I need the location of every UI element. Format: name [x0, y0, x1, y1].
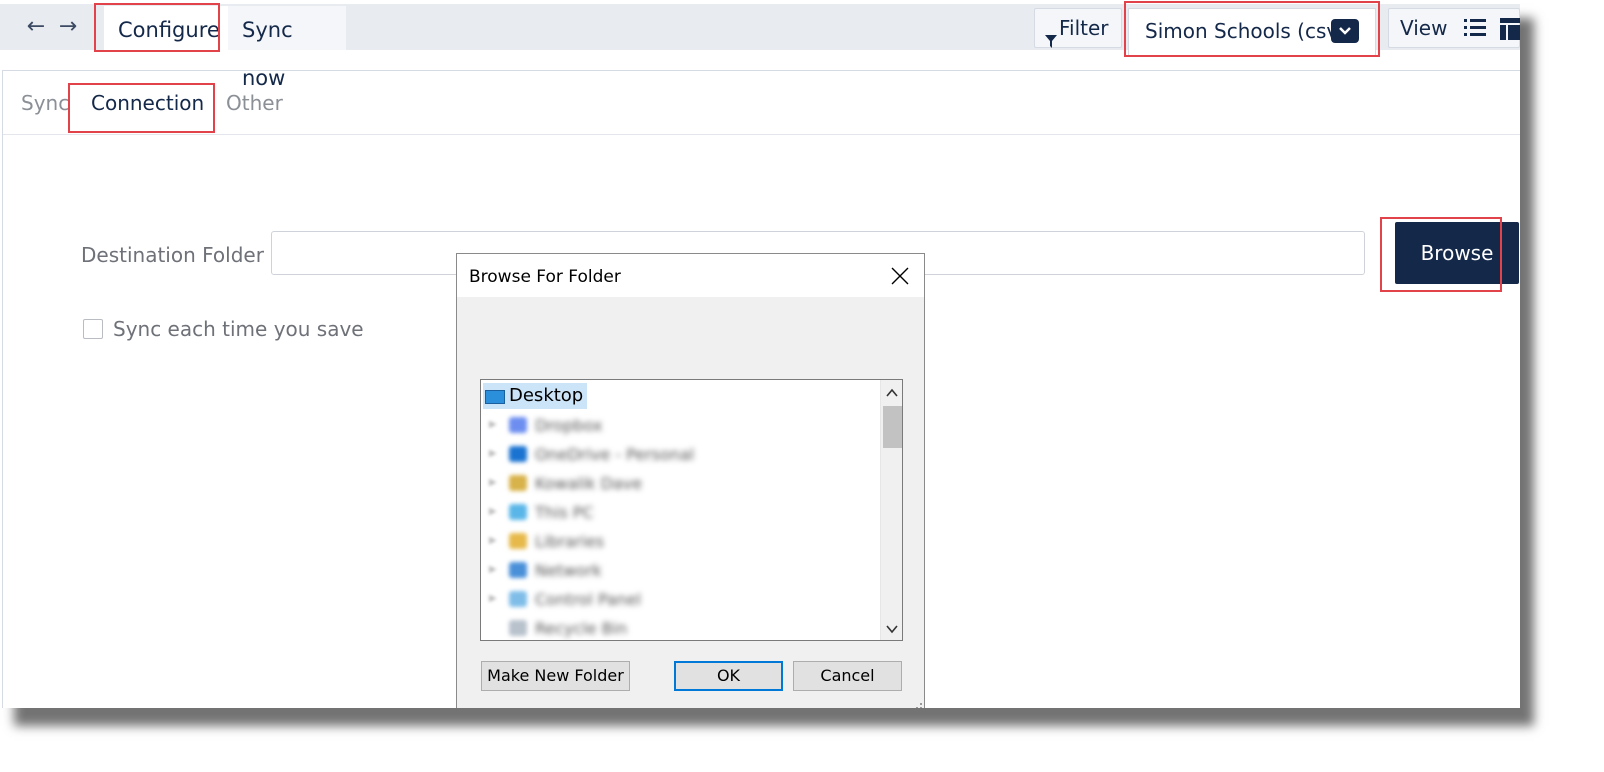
tree-root-label: Desktop [509, 385, 584, 406]
destination-folder-label: Destination Folder [81, 243, 264, 267]
tree-item[interactable]: ▶ Network [489, 559, 749, 583]
chevron-down-icon [1331, 19, 1359, 43]
expand-icon: ▶ [489, 419, 497, 430]
dialog-title-bar: Browse For Folder [457, 254, 924, 297]
layout-icon[interactable] [1500, 18, 1520, 45]
tree-item[interactable]: Recycle Bin [489, 617, 749, 640]
computer-icon [509, 504, 527, 520]
datasource-select[interactable]: Simon Schools (csv) [1128, 8, 1376, 56]
tree-item-label: Network [535, 561, 602, 580]
desktop-icon [485, 390, 505, 404]
sync-each-save-label: Sync each time you save [113, 317, 364, 341]
tree-item[interactable]: ▶ Libraries [489, 530, 749, 554]
tree-item-label: This PC [535, 503, 594, 522]
tree-item-label: Recycle Bin [535, 619, 628, 638]
tree-item[interactable]: ▶ Kowalik Dave [489, 472, 749, 496]
tree-item[interactable]: ▶ Dropbox [489, 414, 749, 438]
subtab-bar: Sync Connection Other [3, 71, 1520, 135]
user-icon [509, 475, 527, 491]
app-window: ← → Configure Sync now Filter Simon Scho… [0, 0, 1520, 708]
tree-item-label: OneDrive - Personal [535, 445, 695, 464]
make-new-folder-button[interactable]: Make New Folder [481, 661, 630, 691]
tree-item[interactable]: ▶ OneDrive - Personal [489, 443, 749, 467]
filter-button[interactable]: Filter [1034, 8, 1122, 48]
view-label: View [1400, 16, 1448, 40]
tab-sync-now[interactable]: Sync now [228, 6, 346, 90]
tab-sync[interactable]: Sync [21, 91, 69, 115]
expand-icon: ▶ [489, 535, 497, 546]
tree-item-desktop[interactable]: Desktop [483, 383, 588, 409]
tree-item[interactable]: ▶ Control Panel [489, 588, 749, 612]
tab-configure[interactable]: Configure [104, 6, 234, 50]
expand-icon: ▶ [489, 448, 497, 459]
tree-item-label: Control Panel [535, 590, 642, 609]
tab-other[interactable]: Other [226, 91, 283, 115]
scroll-up-icon[interactable] [885, 386, 899, 400]
arrow-left-icon[interactable]: ← [24, 14, 48, 40]
browse-button[interactable]: Browse [1395, 222, 1519, 284]
folder-icon [509, 417, 527, 433]
cancel-button[interactable]: Cancel [793, 661, 902, 691]
expand-icon: ▶ [489, 506, 497, 517]
browse-folder-dialog: Browse For Folder Desktop ▶ Dropbox ▶ On… [456, 253, 925, 708]
tab-connection[interactable]: Connection [91, 91, 204, 115]
expand-icon: ▶ [489, 477, 497, 488]
resize-grip-icon[interactable] [912, 700, 922, 708]
libraries-icon [509, 533, 527, 549]
folder-tree[interactable]: Desktop ▶ Dropbox ▶ OneDrive - Personal … [480, 379, 903, 641]
close-icon[interactable] [890, 266, 910, 286]
recycle-bin-icon [509, 620, 527, 636]
scroll-down-icon[interactable] [885, 622, 899, 636]
filter-label: Filter [1059, 16, 1109, 40]
tree-item-label: Libraries [535, 532, 605, 551]
top-toolbar: ← → Configure Sync now Filter Simon Scho… [0, 4, 1520, 90]
control-panel-icon [509, 591, 527, 607]
tree-item-label: Kowalik Dave [535, 474, 643, 493]
expand-icon: ▶ [489, 593, 497, 604]
tree-item-label: Dropbox [535, 416, 603, 435]
scroll-thumb[interactable] [883, 406, 902, 448]
cloud-icon [509, 446, 527, 462]
tree-item[interactable]: ▶ This PC [489, 501, 749, 525]
list-icon[interactable] [1464, 18, 1486, 43]
tree-scrollbar[interactable] [880, 380, 902, 640]
datasource-label: Simon Schools (csv) [1145, 19, 1347, 43]
expand-icon: ▶ [489, 564, 497, 575]
funnel-icon [1045, 23, 1057, 48]
dialog-title: Browse For Folder [469, 267, 621, 287]
arrow-right-icon[interactable]: → [56, 14, 80, 40]
network-icon [509, 562, 527, 578]
sync-each-save-checkbox[interactable] [83, 319, 103, 339]
ok-button[interactable]: OK [674, 661, 783, 691]
